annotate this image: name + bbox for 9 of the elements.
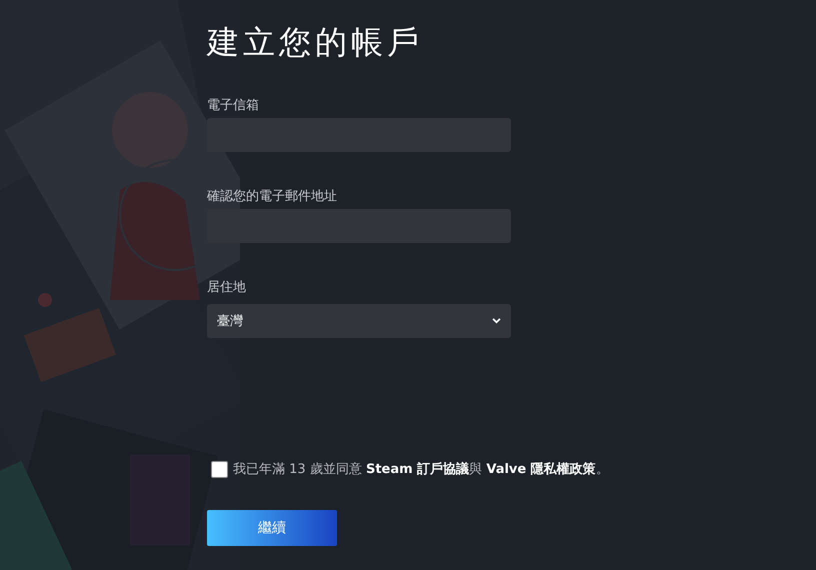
page-title: 建立您的帳戶 <box>207 22 424 63</box>
field-label: 電子信箱 <box>207 97 260 114</box>
chevron-down-icon <box>492 318 501 324</box>
field-label: 居住地 <box>207 279 247 296</box>
continue-button[interactable]: 繼續 <box>207 510 337 546</box>
field-label: 確認您的電子郵件地址 <box>207 188 338 205</box>
agreement-text: 我已年滿 13 歲並同意 Steam 訂戶協議與 Valve 隱私權政策。 <box>233 460 609 478</box>
country-select[interactable]: 臺灣 <box>207 304 511 338</box>
agreement-checkbox[interactable] <box>211 460 228 478</box>
